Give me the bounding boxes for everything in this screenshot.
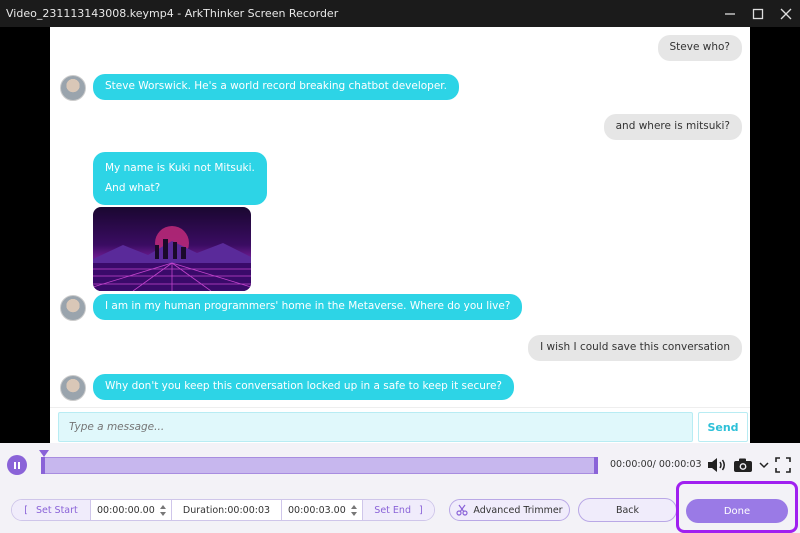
bot-message-line: My name is Kuki not Mitsuki. — [105, 162, 255, 174]
trim-start-handle[interactable] — [41, 457, 45, 474]
start-time-stepper[interactable] — [155, 500, 172, 520]
bot-message: I am in my human programmers' home in th… — [93, 294, 523, 320]
volume-icon[interactable] — [707, 457, 727, 473]
bot-message: My name is Kuki not Mitsuki. And what? — [93, 152, 267, 205]
stepper-down-icon[interactable] — [160, 511, 166, 516]
advanced-trimmer-label: Advanced Trimmer — [473, 504, 563, 516]
done-button[interactable]: Done — [686, 499, 788, 523]
minimize-button[interactable] — [716, 0, 744, 27]
set-start-button[interactable]: [ Set Start — [12, 500, 91, 520]
pause-button[interactable] — [7, 455, 27, 475]
trim-end-handle[interactable] — [594, 457, 598, 474]
maximize-icon — [752, 8, 764, 19]
back-label: Back — [615, 504, 640, 516]
advanced-trimmer-button[interactable]: Advanced Trimmer — [449, 499, 570, 521]
time-readout: 00:00:00/ 00:00:03 — [610, 459, 702, 470]
done-label: Done — [723, 505, 751, 517]
minimize-icon — [725, 12, 735, 15]
back-button[interactable]: Back — [578, 498, 677, 522]
bot-avatar — [60, 75, 86, 101]
duration-readout: Duration:00:00:03 — [172, 500, 282, 520]
control-panel: 00:00:00/ 00:00:03 [Set Start 00:00:00.… — [0, 443, 800, 533]
camera-icon[interactable] — [733, 457, 753, 473]
user-message: I wish I could save this conversation — [528, 335, 742, 361]
metaverse-image-art — [93, 226, 251, 291]
maximize-button[interactable] — [744, 0, 772, 27]
end-time-field[interactable]: 00:00:03.00 — [282, 500, 346, 520]
fullscreen-icon[interactable] — [775, 457, 791, 473]
pause-icon — [14, 461, 16, 469]
send-button[interactable]: Send — [698, 412, 748, 442]
stepper-up-icon[interactable] — [160, 504, 166, 509]
set-end-button[interactable]: Set End ] — [363, 500, 434, 520]
trim-timeline[interactable] — [41, 457, 598, 474]
user-message: Steve who? — [657, 35, 742, 61]
chevron-down-icon[interactable] — [759, 457, 769, 473]
start-time-field[interactable]: 00:00:00.00 — [91, 500, 155, 520]
end-time-stepper[interactable] — [346, 500, 363, 520]
bot-message-line: And what? — [105, 182, 161, 195]
title-bar: Video_231113143008.keymp4 - ArkThinker S… — [0, 0, 800, 27]
scissors-icon — [456, 504, 469, 516]
bot-avatar — [60, 375, 86, 401]
close-icon — [780, 8, 792, 19]
window-title: Video_231113143008.keymp4 - ArkThinker S… — [6, 7, 339, 20]
media-icons — [707, 457, 791, 473]
window-controls — [716, 0, 800, 27]
set-end-label: Set End — [374, 504, 411, 516]
bot-message: Why don't you keep this conversation loc… — [93, 374, 515, 400]
user-message: and where is mitsuki? — [603, 114, 742, 140]
stepper-up-icon[interactable] — [351, 504, 357, 509]
bot-message: Steve Worswick. He's a world record brea… — [93, 74, 459, 100]
recorder-window: Video_231113143008.keymp4 - ArkThinker S… — [0, 0, 800, 533]
set-start-label: Set Start — [35, 504, 78, 516]
bracket-left-icon: [ — [24, 504, 28, 516]
trim-group: [ Set Start 00:00:00.00 Duration:00:00:0… — [11, 499, 435, 521]
trim-controls: [ Set Start 00:00:00.00 Duration:00:00:0… — [11, 499, 435, 521]
chat-input-bar: Send — [50, 407, 750, 443]
playhead-marker[interactable] — [39, 450, 49, 457]
bracket-right-icon: ] — [418, 504, 423, 516]
bot-avatar — [60, 295, 86, 321]
close-button[interactable] — [772, 0, 800, 27]
video-preview: Steve who? Steve Worswick. He's a world … — [50, 27, 750, 443]
metaverse-image — [93, 207, 251, 291]
stepper-down-icon[interactable] — [351, 511, 357, 516]
message-input[interactable] — [58, 412, 693, 442]
